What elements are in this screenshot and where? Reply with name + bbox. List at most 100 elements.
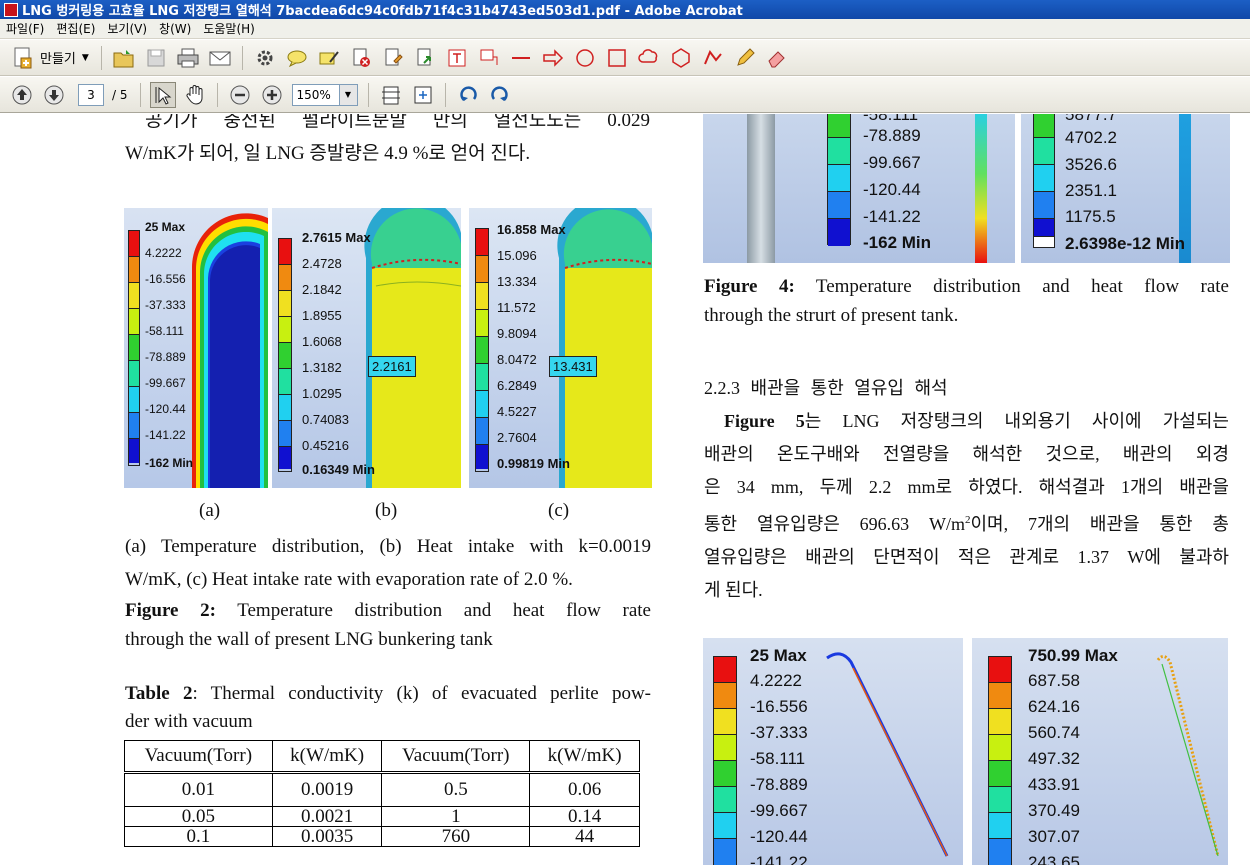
figure-2-subcaption: (a) Temperature distribution, (b) Heat i… bbox=[125, 530, 651, 596]
polygon-tool[interactable] bbox=[668, 45, 694, 71]
fit-page-icon bbox=[414, 86, 431, 103]
legend-colorbar bbox=[713, 656, 737, 865]
menu-view[interactable]: 보기(V) bbox=[101, 20, 153, 37]
table-cell: 0.0019 bbox=[271, 772, 383, 807]
next-page-button[interactable] bbox=[41, 82, 67, 108]
caption-label: Figure 2: bbox=[125, 600, 216, 621]
create-button-label: 만들기 bbox=[40, 52, 76, 67]
rectangle-icon bbox=[608, 48, 626, 67]
legend-label: -58.111 bbox=[863, 114, 919, 124]
hand-tool-button[interactable] bbox=[182, 82, 208, 108]
table-row: 0.1 0.0035 760 44 bbox=[124, 826, 640, 847]
acrobat-app-icon bbox=[4, 2, 18, 17]
eraser-tool[interactable] bbox=[764, 45, 790, 71]
arrow-tool[interactable] bbox=[540, 45, 566, 71]
comment-button[interactable] bbox=[284, 45, 310, 71]
table-2-caption: Table 2: Thermal conductivity (k) of eva… bbox=[125, 680, 651, 736]
legend-label: 0.99819 Min bbox=[497, 456, 570, 471]
paragraph-text: 은 34 mm, 두께 2.2 mm로 하였다. 해석결과 1개의 배관을 bbox=[704, 477, 1229, 497]
figure-2-caption: Figure 2: Temperature distribution and h… bbox=[125, 596, 651, 654]
caption-text: through the wall of present LNG bunkerin… bbox=[125, 629, 493, 650]
polyline-tool[interactable] bbox=[700, 45, 726, 71]
window-title: LNG 벙커링용 고효율 LNG 저장탱크 열해석 7bacdea6dc94c0… bbox=[22, 4, 743, 19]
oval-tool[interactable] bbox=[572, 45, 598, 71]
document-view[interactable]: 공기가 충전된 펄라이트분말 만의 열전도도는 0.029 W/mK가 되어, … bbox=[0, 114, 1250, 865]
create-button[interactable]: 만들기 ▼ bbox=[6, 44, 95, 72]
toolbar-separator bbox=[216, 82, 218, 107]
menu-file[interactable]: 파일(F) bbox=[0, 20, 50, 37]
subfigure-label: (a) bbox=[199, 500, 221, 521]
legend-label: 687.58 bbox=[1028, 671, 1080, 690]
legend-label: 2351.1 bbox=[1065, 181, 1117, 200]
fit-width-button[interactable] bbox=[378, 82, 404, 108]
caption-text: Temperature distribution and heat flow r… bbox=[815, 276, 1229, 297]
figure-2c-heat-intake-rate: 16.858 Max 15.096 13.334 11.572 9.8094 8… bbox=[469, 208, 652, 488]
legend-label: 1.6068 bbox=[302, 334, 342, 349]
zoom-out-button[interactable] bbox=[227, 82, 253, 108]
zoom-in-button[interactable] bbox=[259, 82, 285, 108]
legend-label: 2.7604 bbox=[497, 430, 537, 445]
figure-2b-heat-intake: 2.7615 Max 2.4728 2.1842 1.8955 1.6068 1… bbox=[272, 208, 461, 488]
rotate-ccw-button[interactable] bbox=[455, 82, 481, 108]
table-header-cell: k(W/mK) bbox=[271, 740, 383, 773]
open-folder-button[interactable] bbox=[111, 45, 137, 71]
print-button[interactable] bbox=[175, 45, 201, 71]
legend-colorbar bbox=[475, 228, 489, 472]
delete-page-button[interactable] bbox=[348, 45, 374, 71]
zoom-select[interactable]: 150% ▼ bbox=[291, 83, 358, 106]
legend-label: 750.99 Max bbox=[1028, 646, 1118, 665]
page-number-input[interactable]: 3 bbox=[78, 83, 104, 106]
highlight-text-button[interactable] bbox=[316, 45, 342, 71]
legend-label: 307.07 bbox=[1028, 827, 1080, 846]
table-caption-text: : Thermal conductivity (k) of evacuated … bbox=[192, 683, 651, 704]
cloud-tool[interactable] bbox=[636, 45, 662, 71]
paragraph-text: 통한 열유입량은 696.63 W/m bbox=[704, 514, 965, 534]
menu-window[interactable]: 창(W) bbox=[153, 20, 197, 37]
pencil-tool[interactable] bbox=[732, 45, 758, 71]
legend-label: 1.3182 bbox=[302, 360, 342, 375]
figure-reference: Figure 5 bbox=[724, 411, 805, 431]
table-cell: 0.1 bbox=[124, 826, 273, 847]
chevron-down-icon: ▼ bbox=[338, 84, 357, 105]
save-button[interactable] bbox=[143, 45, 169, 71]
legend-label: 370.49 bbox=[1028, 801, 1080, 820]
rotate-right-icon bbox=[490, 85, 508, 101]
email-button[interactable] bbox=[207, 45, 233, 71]
legend-label: 6.2849 bbox=[497, 378, 537, 393]
text-edit-icon bbox=[319, 50, 339, 64]
section-paragraph: Figure 5는 LNG 저장탱크의 내외용기 사이에 가설되는 배관의 온도… bbox=[704, 405, 1229, 607]
legend-label: 1175.5 bbox=[1065, 207, 1116, 226]
callout-tool[interactable] bbox=[476, 45, 502, 71]
legend-label: -58.111 bbox=[145, 324, 184, 338]
export-page-button[interactable] bbox=[412, 45, 438, 71]
sign-page-button[interactable] bbox=[380, 45, 406, 71]
line-tool[interactable] bbox=[508, 45, 534, 71]
legend-label: 4.2222 bbox=[145, 246, 182, 260]
menu-help[interactable]: 도움말(H) bbox=[197, 20, 261, 37]
fit-page-button[interactable] bbox=[410, 82, 436, 108]
rectangle-tool[interactable] bbox=[604, 45, 630, 71]
line-icon bbox=[511, 56, 530, 59]
speech-bubble-icon bbox=[287, 50, 307, 67]
caption-text: through the strurt of present tank. bbox=[704, 305, 959, 326]
polyline-icon bbox=[703, 49, 722, 64]
table-cell: 1 bbox=[381, 806, 531, 827]
envelope-icon bbox=[209, 51, 231, 65]
toolbar-separator bbox=[139, 82, 141, 107]
menu-edit[interactable]: 편집(E) bbox=[50, 20, 101, 37]
legend-label: 560.74 bbox=[1028, 723, 1080, 742]
table-cell: 760 bbox=[381, 826, 531, 847]
previous-page-button[interactable] bbox=[9, 82, 35, 108]
rotate-cw-button[interactable] bbox=[487, 82, 513, 108]
select-tool-button[interactable] bbox=[149, 81, 176, 108]
zoom-value: 150% bbox=[296, 87, 331, 102]
legend-label: 8.0472 bbox=[497, 352, 537, 367]
toolbar-separator bbox=[241, 45, 243, 70]
text-box-tool[interactable] bbox=[444, 45, 470, 71]
table-cell: 0.0021 bbox=[271, 806, 383, 827]
table-header-cell: Vacuum(Torr) bbox=[124, 740, 273, 773]
table-caption-text: der with vacuum bbox=[125, 711, 253, 732]
figure-5-pipe-temperature: 25 Max 4.2222 -16.556 -37.333 -58.111 -7… bbox=[703, 638, 963, 865]
legend-label: 25 Max bbox=[145, 220, 186, 234]
settings-button[interactable] bbox=[252, 45, 278, 71]
